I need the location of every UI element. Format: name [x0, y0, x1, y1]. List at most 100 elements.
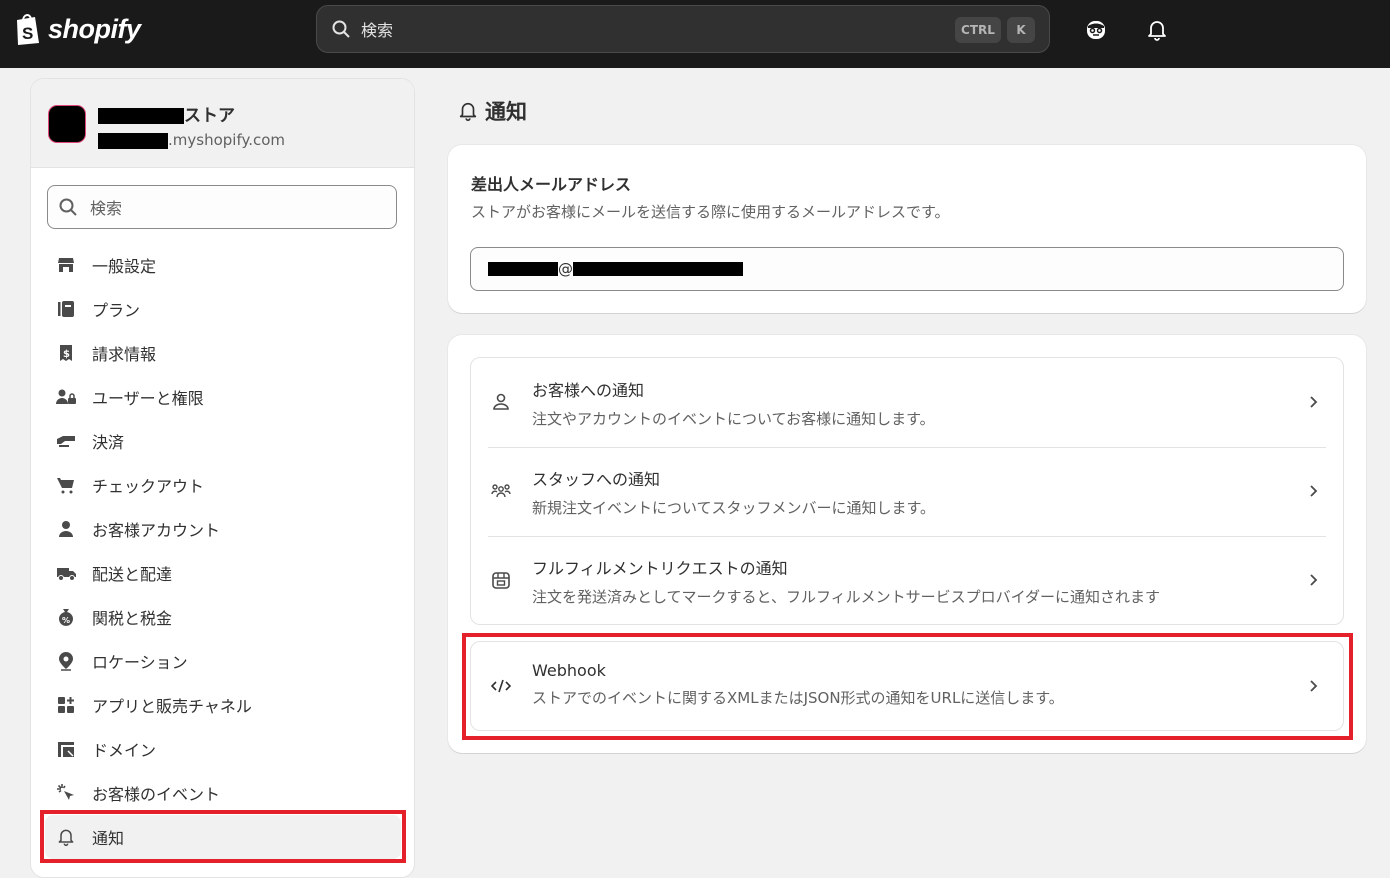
store-header[interactable]: ストア .myshopify.com: [31, 79, 414, 168]
cart-icon: [55, 474, 77, 496]
fulfillment-box-icon: [492, 572, 510, 589]
search-placeholder: 検索: [90, 199, 123, 218]
sidebar-item-taxes[interactable]: % 関税と税金: [45, 595, 401, 639]
svg-text:$: $: [63, 349, 70, 360]
sidebar-item-locations[interactable]: ロケーション: [45, 639, 401, 683]
search-icon: [332, 20, 350, 38]
sidebar-item-label: お客様のイベント: [92, 785, 221, 804]
webhook-list: Webhook ストアでのイベントに関するXMLまたはJSON形式の通知をURLに…: [470, 641, 1344, 731]
redacted-block: [573, 262, 743, 276]
row-title: フルフィルメントリクエストの通知: [532, 559, 788, 578]
row-description: ストアでのイベントに関するXMLまたはJSON形式の通知をURLに送信します。: [532, 689, 1064, 707]
sidebar-item-checkout[interactable]: チェックアウト: [45, 463, 401, 507]
users-lock-icon: [55, 386, 77, 408]
store-name-suffix: ストア: [184, 106, 235, 126]
bell-icon[interactable]: [1145, 18, 1169, 42]
plan-icon: [55, 298, 77, 320]
notification-list: お客様への通知注文やアカウントのイベントについてお客様に通知します。 スタッフへ…: [470, 357, 1344, 625]
sender-email-card: 差出人メールアドレス ストアがお客様にメールを送信する際に使用するメールアドレス…: [448, 145, 1366, 313]
chevron-right-icon: [1310, 680, 1318, 692]
store-avatar: [48, 105, 86, 143]
bell-icon: [459, 102, 477, 121]
sidebar-item-label: ロケーション: [92, 653, 188, 672]
brand-name: shopify: [48, 13, 141, 44]
sidebar-item-label: お客様アカウント: [92, 521, 221, 540]
row-description: 新規注文イベントについてスタッフメンバーに通知します。: [532, 499, 936, 517]
chevron-right-icon: [1310, 396, 1318, 408]
webhook-row[interactable]: Webhook ストアでのイベントに関するXMLまたはJSON形式の通知をURLに…: [471, 642, 1343, 731]
redacted-block: [98, 108, 184, 124]
sidebar-item-general[interactable]: 一般設定: [45, 243, 401, 287]
staff-notifications-row[interactable]: スタッフへの通知新規注文イベントについてスタッフメンバーに通知します。: [471, 447, 1343, 536]
shopify-bag-icon: S: [17, 14, 39, 45]
customer-notifications-row[interactable]: お客様への通知注文やアカウントのイベントについてお客様に通知します。: [471, 358, 1343, 447]
email-at-sign: @: [558, 260, 573, 278]
sidebar-item-label: アプリと販売チャネル: [92, 697, 252, 716]
receipt-icon: $: [55, 342, 77, 364]
person-icon: [55, 518, 77, 540]
store-name: ストア: [98, 101, 235, 126]
sender-email-input[interactable]: @: [470, 247, 1344, 291]
svg-text:%: %: [62, 616, 70, 625]
sidebar-item-label: 通知: [92, 829, 125, 848]
location-icon: [55, 650, 77, 672]
settings-search-input[interactable]: 検索: [47, 185, 397, 229]
svg-text:S: S: [22, 24, 33, 43]
cursor-click-icon: [55, 782, 77, 804]
shortcut-key-k: K: [1007, 17, 1035, 43]
sender-email-title: 差出人メールアドレス: [471, 175, 632, 194]
redacted-block: [488, 262, 558, 276]
fulfillment-notifications-row[interactable]: フルフィルメントリクエストの通知注文を発送済みとしてマークすると、フルフィルメン…: [471, 536, 1343, 625]
settings-sidebar: ストア .myshopify.com 検索 一般設定 プラン $ 請求情報 ユーザ…: [30, 78, 415, 878]
sidebar-item-apps[interactable]: アプリと販売チャネル: [45, 683, 401, 727]
settings-nav: 一般設定 プラン $ 請求情報 ユーザーと権限 決済 チェックアウト お客様アカウ…: [45, 243, 401, 859]
shortcut-key-ctrl: CTRL: [955, 17, 1001, 43]
sidebar-item-label: プラン: [92, 301, 141, 320]
avatar-icon[interactable]: [1084, 18, 1108, 42]
store-icon: [55, 254, 77, 276]
store-domain-suffix: .myshopify.com: [168, 131, 286, 149]
bell-icon: [55, 826, 77, 848]
sidebar-item-payments[interactable]: 決済: [45, 419, 401, 463]
apps-icon: [55, 694, 77, 716]
sidebar-item-notifications[interactable]: 通知: [45, 815, 401, 859]
code-icon: [490, 679, 512, 693]
redacted-block: [98, 132, 168, 149]
row-title: お客様への通知: [532, 381, 645, 400]
domain-icon: [55, 738, 77, 760]
sidebar-item-label: 関税と税金: [92, 609, 173, 628]
sidebar-item-plan[interactable]: プラン: [45, 287, 401, 331]
sidebar-item-customer-events[interactable]: お客様のイベント: [45, 771, 401, 815]
sidebar-item-label: 配送と配達: [92, 565, 173, 584]
page-title: 通知: [457, 96, 527, 126]
tax-bag-icon: %: [55, 606, 77, 628]
sidebar-item-label: 一般設定: [92, 257, 157, 276]
search-icon: [59, 198, 77, 216]
store-domain: .myshopify.com: [98, 131, 285, 149]
sidebar-item-domains[interactable]: ドメイン: [45, 727, 401, 771]
notification-types-card: お客様への通知注文やアカウントのイベントについてお客様に通知します。 スタッフへ…: [448, 335, 1366, 753]
sidebar-item-shipping[interactable]: 配送と配達: [45, 551, 401, 595]
sidebar-item-label: ユーザーと権限: [92, 389, 204, 408]
top-bar: S shopify 検索 CTRL K: [0, 0, 1390, 68]
sidebar-item-billing[interactable]: $ 請求情報: [45, 331, 401, 375]
row-description: 注文やアカウントのイベントについてお客様に通知します。: [532, 410, 935, 428]
row-title: Webhook: [532, 661, 606, 680]
sidebar-item-label: チェックアウト: [92, 477, 205, 496]
sidebar-item-label: ドメイン: [92, 741, 157, 760]
row-title: スタッフへの通知: [532, 470, 661, 489]
sidebar-item-label: 決済: [92, 433, 125, 452]
person-outline-icon: [493, 393, 509, 410]
search-placeholder: 検索: [361, 21, 394, 40]
sidebar-item-customer-accounts[interactable]: お客様アカウント: [45, 507, 401, 551]
payment-icon: [55, 430, 77, 452]
shopify-logo[interactable]: S shopify: [14, 12, 141, 46]
page-title-text: 通知: [485, 100, 527, 124]
row-description: 注文を発送済みとしてマークすると、フルフィルメントサービスプロバイダーに通知され…: [532, 588, 1161, 606]
chevron-right-icon: [1310, 485, 1318, 497]
sidebar-item-label: 請求情報: [92, 345, 157, 364]
staff-icon: [491, 484, 511, 498]
sidebar-item-users[interactable]: ユーザーと権限: [45, 375, 401, 419]
global-search[interactable]: 検索 CTRL K: [316, 5, 1050, 53]
chevron-right-icon: [1310, 574, 1318, 586]
